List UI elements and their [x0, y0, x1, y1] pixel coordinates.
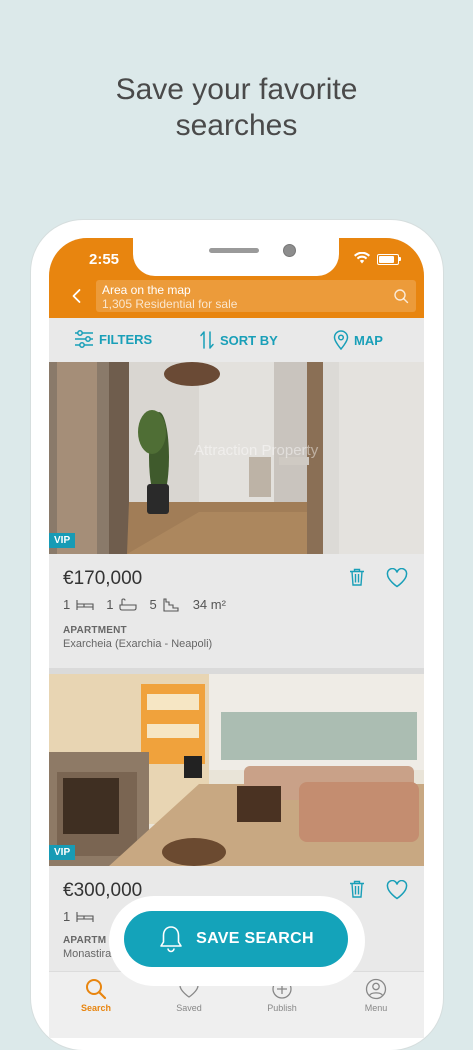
- promo-headline-line1: Save your favorite: [115, 73, 358, 106]
- bathtub-icon: [119, 598, 138, 611]
- bed-icon: [76, 911, 94, 922]
- map-pin-icon: [333, 330, 349, 350]
- front-camera: [283, 244, 296, 257]
- living-room-image: [49, 674, 424, 866]
- floor-count: 5: [149, 597, 157, 612]
- vip-badge: VIP: [49, 533, 76, 548]
- search-bar[interactable]: Area on the map 1,305 Residential for sa…: [96, 280, 416, 312]
- property-type: APARTM: [63, 935, 107, 946]
- save-search-label: SAVE SEARCH: [196, 930, 314, 947]
- search-icon[interactable]: [393, 288, 409, 304]
- nav-publish-label: Publish: [267, 1003, 297, 1013]
- property-location: Exarcheia (Exarchia - Neapoli): [63, 638, 213, 650]
- bed-icon: [76, 599, 94, 610]
- sort-button[interactable]: SORT BY: [199, 330, 278, 350]
- filters-label: FILTERS: [99, 331, 153, 347]
- sort-arrows-icon: [200, 331, 214, 349]
- search-area-title: Area on the map: [102, 283, 191, 297]
- map-label: MAP: [354, 332, 383, 348]
- nav-menu-label: Menu: [364, 1003, 388, 1013]
- vip-badge: VIP: [49, 845, 76, 860]
- status-time: 2:55: [89, 251, 120, 268]
- stairs-icon: [163, 597, 179, 612]
- sort-label: SORT BY: [220, 332, 278, 348]
- listing-price: €170,000: [63, 568, 143, 589]
- wifi-icon: [354, 252, 370, 264]
- nav-saved-label: Saved: [176, 1003, 202, 1013]
- map-button[interactable]: MAP: [333, 330, 383, 350]
- listing-price: €300,000: [63, 880, 143, 901]
- listing-features: 1 1 5 34 m²: [63, 597, 226, 612]
- heart-icon[interactable]: [386, 880, 408, 900]
- nav-menu[interactable]: Menu: [346, 978, 406, 1013]
- nav-search[interactable]: Search: [66, 978, 126, 1013]
- trash-icon[interactable]: [349, 880, 365, 898]
- back-arrow-icon[interactable]: [69, 288, 85, 304]
- device-notch: [133, 238, 339, 276]
- save-search-button[interactable]: SAVE SEARCH: [124, 911, 348, 967]
- property-type: APARTMENT: [63, 625, 127, 636]
- speaker-grill: [209, 248, 259, 253]
- nav-search-label: Search: [80, 1003, 112, 1013]
- sliders-icon: [75, 330, 93, 348]
- rooms-count: 1: [63, 597, 71, 612]
- status-bar: 2:55: [49, 238, 424, 278]
- rooms-count: 1: [63, 909, 71, 924]
- filters-button[interactable]: FILTERS: [74, 330, 152, 348]
- promo-headline: Save your favorite searches: [0, 72, 473, 144]
- area-size: 34 m²: [192, 597, 226, 612]
- promo-headline-line2: searches: [175, 109, 298, 142]
- results-toolbar: FILTERS SORT BY MAP: [49, 318, 424, 362]
- photo-watermark: Attraction Property: [194, 442, 319, 459]
- listing-features: 1: [63, 909, 94, 924]
- bell-icon: [160, 926, 182, 953]
- user-circle-icon: [365, 978, 387, 1000]
- trash-icon[interactable]: [349, 568, 365, 586]
- property-location: Monastira: [63, 948, 112, 960]
- baths-count: 1: [106, 597, 114, 612]
- app-header: 2:55 Area on the map 1,305 Residential f…: [49, 238, 424, 318]
- heart-icon[interactable]: [386, 568, 408, 588]
- listing-card[interactable]: Attraction Property VIP €170,000 1 1 5 3…: [49, 362, 424, 668]
- battery-icon: [377, 254, 399, 265]
- search-result-count: 1,305 Residential for sale: [102, 297, 238, 311]
- search-icon: [86, 979, 107, 1000]
- listing-photo[interactable]: VIP: [49, 674, 424, 866]
- battery-tip: [399, 257, 401, 261]
- listing-photo[interactable]: Attraction Property VIP: [49, 362, 424, 554]
